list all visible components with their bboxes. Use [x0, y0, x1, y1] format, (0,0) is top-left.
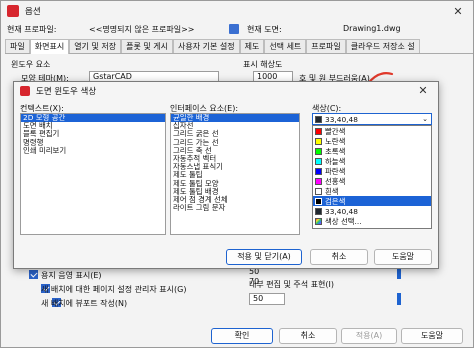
color-select[interactable]: 33,40,48 ⌄	[312, 113, 432, 125]
color-swatch	[315, 197, 322, 205]
chevron-down-icon: ⌄	[422, 115, 428, 123]
color-option[interactable]: 노란색	[313, 136, 431, 146]
color-option[interactable]: 선홍색	[313, 176, 431, 186]
color-option[interactable]: 하늘색	[313, 156, 431, 166]
dialog-cancel-button[interactable]: 취소	[310, 249, 368, 265]
color-dropdown: 빨간색 노란색 초록색 하늘색 파란색 선홍색 흰색 검은색 33,40,48 …	[312, 125, 432, 229]
color-swatch	[315, 187, 322, 195]
color-swatch	[315, 167, 322, 175]
interface-element-list[interactable]: 균일한 배경 십자선 그리드 굵은 선 그리드 가는 선 그리드 축 선 자동추…	[170, 113, 300, 235]
color-option[interactable]: 흰색	[313, 186, 431, 196]
color-swatch	[315, 127, 322, 135]
dialog-title-bar: 도면 윈도우 색상 ✕	[14, 82, 438, 99]
context-list[interactable]: 2D 모형 공간 도면 배치 블록 편집기 명령행 인쇄 미리보기	[20, 113, 166, 235]
color-swatch	[315, 137, 322, 145]
color-select-value: 33,40,48	[325, 114, 358, 124]
context-item[interactable]: 인쇄 미리보기	[21, 146, 165, 155]
color-option[interactable]: 색상 선택...	[313, 216, 431, 226]
color-swatch	[315, 157, 322, 165]
color-swatch	[315, 177, 322, 185]
color-swatch	[315, 207, 322, 215]
color-option-selected[interactable]: 검은색	[313, 196, 431, 206]
color-option[interactable]: 33,40,48	[313, 206, 431, 216]
dialog-close-icon[interactable]: ✕	[408, 82, 438, 99]
element-item[interactable]: 라이트 그림 문자	[171, 203, 299, 212]
color-swatch	[315, 115, 322, 123]
dialog-title: 도면 윈도우 색상	[36, 86, 97, 97]
color-option[interactable]: 빨간색	[313, 126, 431, 136]
apply-close-button[interactable]: 적용 및 닫기(A)	[226, 249, 302, 265]
drawing-window-colors-dialog: 도면 윈도우 색상 ✕ 컨텍스트(X): 2D 모형 공간 도면 배치 블록 편…	[13, 81, 439, 269]
color-swatch	[315, 147, 322, 155]
color-swatch	[315, 217, 322, 225]
dialog-help-button[interactable]: 도움말	[374, 249, 432, 265]
color-option[interactable]: 파란색	[313, 166, 431, 176]
color-option[interactable]: 초록색	[313, 146, 431, 156]
dialog-icon	[20, 85, 30, 96]
